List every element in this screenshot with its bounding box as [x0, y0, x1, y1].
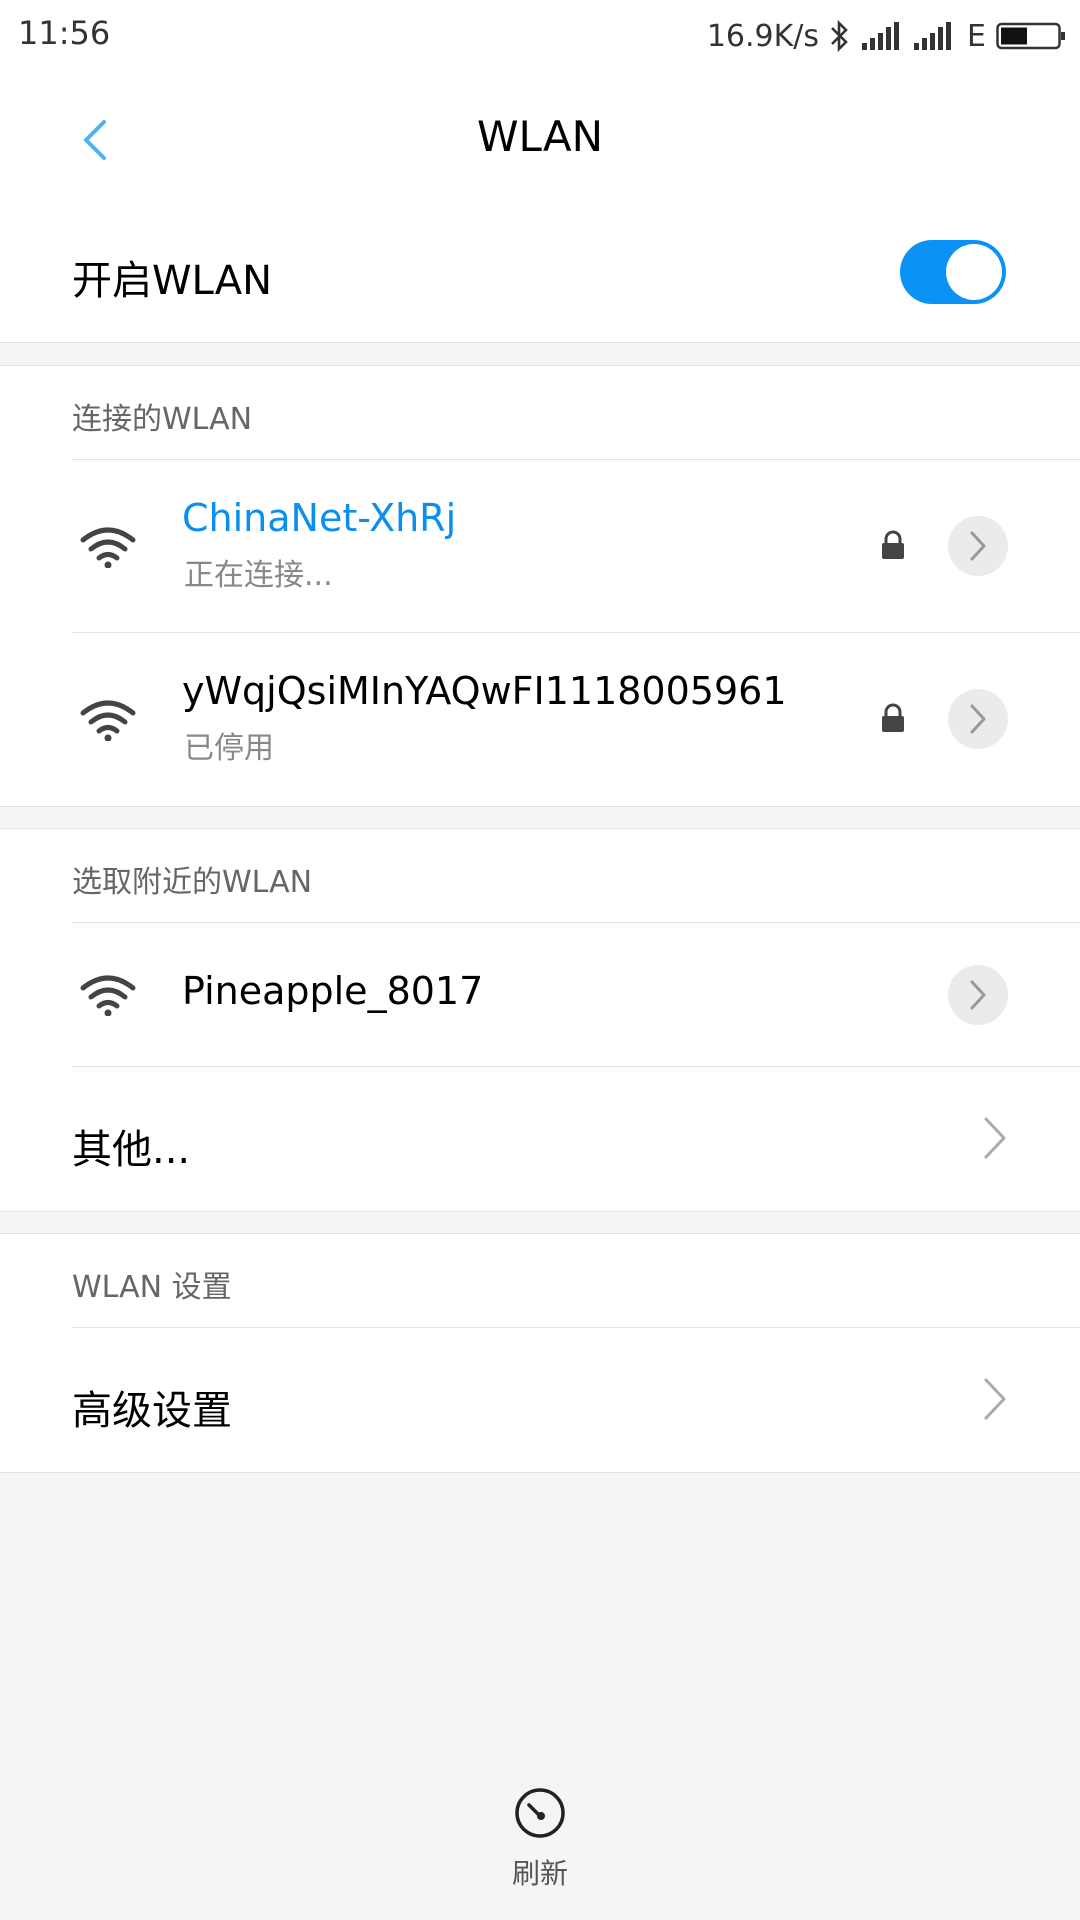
bluetooth-icon: [831, 19, 848, 53]
network-ssid: Pineapple_8017: [182, 969, 484, 1013]
wifi-icon: [80, 975, 136, 1016]
network-detail-button[interactable]: [948, 516, 1008, 576]
network-detail-button[interactable]: [948, 965, 1008, 1025]
signal-icon: [914, 22, 952, 50]
refresh-label: 刷新: [511, 1857, 568, 1890]
connected-section-header: 连接的WLAN: [72, 402, 253, 437]
lock-icon: [882, 530, 904, 559]
wlan-settings-section: WLAN 设置 高级设置: [0, 1233, 1080, 1473]
refresh-icon: [515, 1788, 565, 1838]
network-row-ywqj[interactable]: yWqjQsiMInYAQwFI1118005961 已停用: [0, 633, 1080, 805]
wlan-toggle-label: 开启WLAN: [72, 258, 273, 304]
network-detail-button[interactable]: [948, 689, 1008, 749]
network-ssid: ChinaNet-XhRj: [182, 496, 457, 540]
lock-icon: [882, 703, 904, 732]
other-network-label: 其他...: [72, 1127, 191, 1173]
wifi-icon: [80, 527, 136, 568]
network-status: 已停用: [184, 731, 274, 766]
page-title: WLAN: [476, 112, 604, 161]
chevron-right-icon: [970, 704, 986, 734]
signal-icon: [862, 22, 900, 50]
network-row-chinanet[interactable]: ChinaNet-XhRj 正在连接...: [0, 460, 1080, 632]
network-speed: 16.9K/s: [706, 18, 820, 54]
network-row-pineapple[interactable]: Pineapple_8017: [0, 923, 1080, 1066]
wlan-toggle-row[interactable]: 开启WLAN: [0, 204, 1080, 343]
connected-wlan-section: 连接的WLAN ChinaNet-XhRj 正在连接... yWqjQsiMIn…: [0, 365, 1080, 807]
status-bar: 11:56 16.9K/s E: [0, 0, 1080, 72]
chevron-right-icon: [970, 980, 986, 1010]
app-header: WLAN: [0, 72, 1080, 204]
chevron-right-icon: [984, 1117, 1006, 1159]
other-network-row[interactable]: 其他...: [0, 1067, 1080, 1211]
toggle-knob: [946, 244, 1002, 300]
network-type: E: [967, 18, 986, 54]
refresh-button[interactable]: 刷新: [0, 1786, 1080, 1896]
battery-icon: [996, 22, 1065, 50]
nearby-wlan-section: 选取附近的WLAN Pineapple_8017 其他...: [0, 828, 1080, 1212]
chevron-right-icon: [970, 531, 986, 561]
wifi-icon: [80, 700, 136, 741]
network-ssid: yWqjQsiMInYAQwFI1118005961: [182, 669, 787, 713]
advanced-settings-row[interactable]: 高级设置: [0, 1328, 1080, 1472]
advanced-settings-label: 高级设置: [72, 1388, 232, 1434]
chevron-right-icon: [984, 1378, 1006, 1420]
settings-section-header: WLAN 设置: [72, 1270, 232, 1305]
nearby-section-header: 选取附近的WLAN: [72, 865, 313, 900]
network-status: 正在连接...: [184, 558, 333, 593]
status-time: 11:56: [18, 14, 111, 52]
wlan-toggle-switch[interactable]: [900, 240, 1006, 304]
status-icons: 16.9K/s E: [707, 16, 1066, 56]
